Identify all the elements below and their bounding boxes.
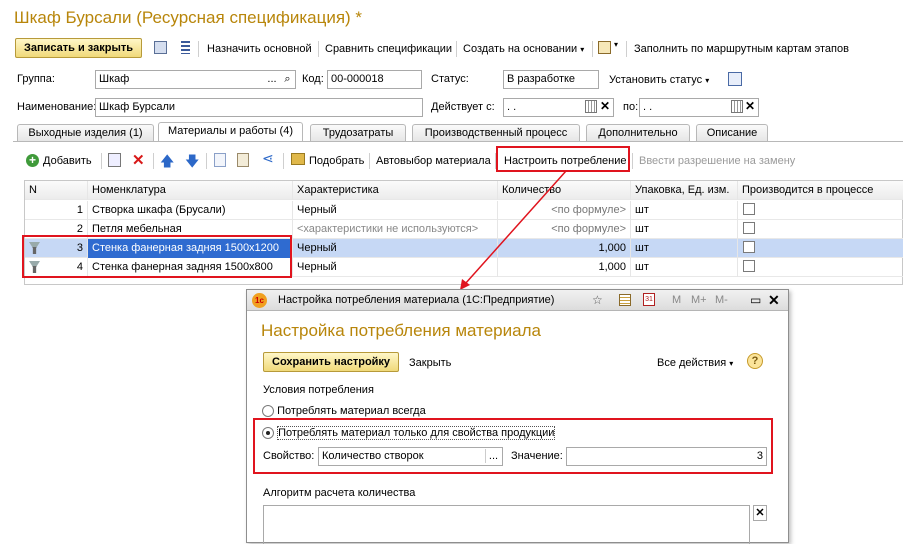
- star-icon[interactable]: ☆: [592, 293, 603, 307]
- select-button[interactable]: ...: [485, 449, 501, 463]
- value-label: Значение:: [511, 450, 563, 462]
- memory-button[interactable]: M: [672, 294, 681, 306]
- option-always[interactable]: Потреблять материал всегда: [262, 404, 426, 418]
- help-icon[interactable]: ?: [747, 353, 763, 369]
- algorithm-label: Алгоритм расчета количества: [263, 487, 416, 499]
- dialog-titlebar: 1c Настройка потребления материала (1С:П…: [247, 290, 788, 311]
- dialog-window-title: Настройка потребления материала (1С:Пред…: [278, 294, 555, 306]
- save-settings-button[interactable]: Сохранить настройку: [263, 352, 400, 372]
- consumption-settings-dialog: 1c Настройка потребления материала (1С:П…: [246, 289, 789, 544]
- radio-button[interactable]: [262, 405, 274, 418]
- memory-minus-button[interactable]: M-: [715, 294, 728, 306]
- minimize-icon[interactable]: ▭: [750, 293, 761, 307]
- clear-icon[interactable]: ✕: [753, 505, 767, 521]
- table-icon[interactable]: [619, 294, 631, 306]
- radio-button-selected[interactable]: [262, 427, 274, 440]
- dialog-heading: Настройка потребления материала: [261, 321, 541, 340]
- app-logo-icon: 1c: [252, 293, 267, 308]
- property-label: Свойство:: [263, 450, 315, 462]
- conditions-label: Условия потребления: [263, 384, 374, 396]
- property-field[interactable]: Количество створок: [318, 447, 503, 466]
- all-actions-button[interactable]: Все действия ▾: [657, 356, 733, 371]
- value-field[interactable]: 3: [566, 447, 767, 466]
- dropdown-arrow-icon: ▾: [729, 359, 734, 368]
- memory-plus-button[interactable]: M+: [691, 294, 707, 306]
- close-icon[interactable]: ✕: [768, 292, 780, 309]
- close-button[interactable]: Закрыть: [409, 356, 451, 370]
- option-property[interactable]: Потреблять материал только для свойства …: [262, 426, 556, 440]
- calendar-icon[interactable]: 31: [643, 293, 655, 306]
- algorithm-textarea[interactable]: [263, 505, 750, 544]
